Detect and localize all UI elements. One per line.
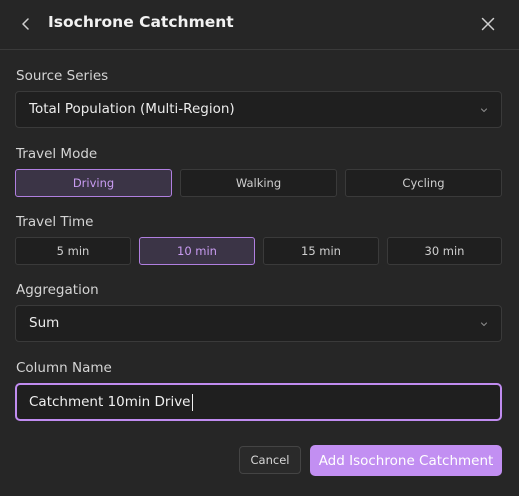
aggregation-label: Aggregation [16, 282, 99, 298]
back-button[interactable] [16, 14, 36, 34]
close-icon [481, 17, 495, 31]
dialog-header: Isochrone Catchment [0, 0, 519, 50]
column-name-value: Catchment 10min Drive [29, 394, 191, 410]
column-name-input[interactable]: Catchment 10min Drive [15, 383, 502, 421]
aggregation-select[interactable]: Sum [15, 305, 502, 342]
text-caret [191, 393, 193, 411]
travel-time-10-min[interactable]: 10 min [139, 237, 255, 265]
cancel-button[interactable]: Cancel [239, 446, 301, 474]
source-series-label: Source Series [16, 68, 109, 84]
travel-time-5-min[interactable]: 5 min [15, 237, 131, 265]
add-isochrone-catchment-button[interactable]: Add Isochrone Catchment [310, 445, 502, 476]
travel-time-15-min[interactable]: 15 min [263, 237, 379, 265]
column-name-label: Column Name [16, 360, 112, 376]
source-series-select[interactable]: Total Population (Multi-Region) [15, 91, 502, 128]
chevron-left-icon [22, 18, 29, 30]
aggregation-value: Sum [29, 315, 60, 331]
chevron-down-icon [480, 322, 488, 327]
travel-mode-cycling[interactable]: Cycling [345, 169, 502, 197]
close-button[interactable] [478, 14, 498, 34]
travel-mode-driving[interactable]: Driving [15, 169, 172, 197]
travel-mode-label: Travel Mode [16, 146, 98, 162]
travel-mode-walking[interactable]: Walking [180, 169, 337, 197]
isochrone-catchment-dialog: Isochrone Catchment Source Series Total … [0, 0, 519, 496]
source-series-value: Total Population (Multi-Region) [29, 101, 235, 117]
travel-time-30-min[interactable]: 30 min [387, 237, 502, 265]
dialog-title: Isochrone Catchment [48, 13, 234, 31]
chevron-down-icon [480, 108, 488, 113]
travel-time-label: Travel Time [16, 214, 94, 230]
